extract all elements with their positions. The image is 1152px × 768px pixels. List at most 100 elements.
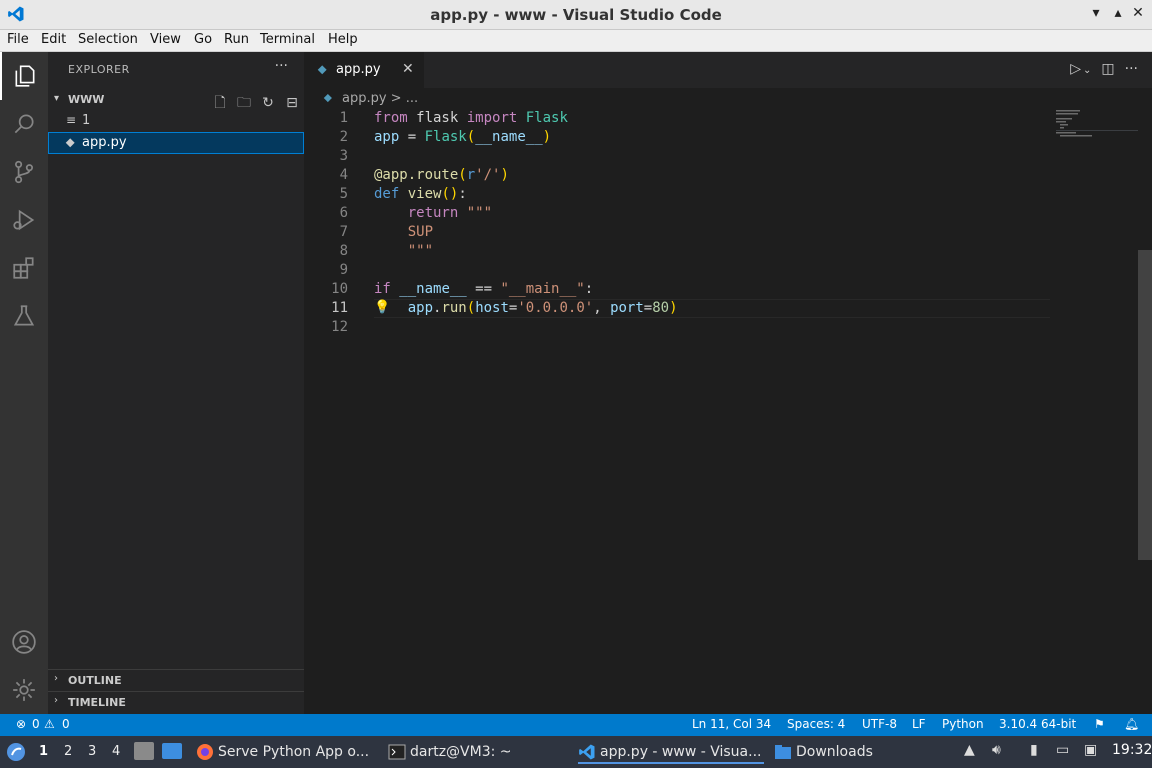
explorer-icon[interactable] <box>0 52 48 100</box>
python-interpreter[interactable]: 3.10.4 64-bit <box>999 717 1076 731</box>
file-manager-icon[interactable] <box>134 742 154 760</box>
os-taskbar: 1 2 3 4 Serve Python App o... dartz@VM3:… <box>0 736 1152 768</box>
minimize-button[interactable]: ▾ <box>1086 5 1106 21</box>
line-number: 12 <box>331 319 348 335</box>
notifications-icon[interactable]: 🔔︎ <box>1124 717 1139 731</box>
menu-view[interactable]: View <box>150 32 181 47</box>
breadcrumb: ⬥ app.py > ... <box>304 88 1152 110</box>
window-title: app.py - www - Visual Studio Code <box>430 6 722 24</box>
feedback-icon[interactable]: ⚑ <box>1094 717 1105 731</box>
code-editor[interactable]: 1 2 3 4 5 6 7 8 9 10 11 12 from flask im… <box>304 110 1152 714</box>
account-icon[interactable] <box>0 618 48 666</box>
chevron-right-icon: › <box>54 673 58 684</box>
more-actions-icon[interactable]: ··· <box>1125 61 1138 77</box>
lightbulb-icon[interactable]: 💡 <box>374 300 390 315</box>
explorer-more-button[interactable]: ··· <box>275 58 288 74</box>
run-file-icon[interactable]: ▷ <box>1070 61 1081 77</box>
code-line: SUP <box>407 224 434 240</box>
minimap[interactable] <box>1056 110 1138 140</box>
menu-terminal[interactable]: Terminal <box>260 32 315 47</box>
split-editor-icon[interactable]: ◫ <box>1101 61 1114 77</box>
menu-run[interactable]: Run <box>224 32 249 47</box>
code-line: """ <box>407 243 434 259</box>
line-number: 9 <box>339 262 348 278</box>
cursor-position[interactable]: Ln 11, Col 34 <box>692 717 771 731</box>
task-firefox[interactable]: Serve Python App o... <box>196 740 376 764</box>
firefox-icon <box>197 744 213 760</box>
warning-icon[interactable]: ⚠ <box>44 717 55 731</box>
run-debug-icon[interactable] <box>0 196 48 244</box>
workspace-3[interactable]: 3 <box>88 744 96 759</box>
collapse-all-icon[interactable]: ⊟ <box>280 95 304 111</box>
notification-tray-icon[interactable]: ▣ <box>1084 742 1097 758</box>
volume-icon[interactable]: 🔊︎ <box>992 742 1001 758</box>
text-file-icon: ≡ <box>66 113 77 127</box>
clipboard-icon[interactable]: ▮ <box>1030 742 1038 758</box>
tray-updates-icon[interactable]: ▲ <box>964 742 975 758</box>
line-number: 1 <box>339 110 348 126</box>
code-line: app = Flask(__name__) <box>374 129 552 145</box>
indentation[interactable]: Spaces: 4 <box>787 717 845 731</box>
task-vscode[interactable]: app.py - www - Visua... <box>578 740 764 764</box>
explorer-title: EXPLORER <box>68 63 130 76</box>
error-count[interactable]: 0 <box>32 717 40 731</box>
error-icon[interactable]: ⊗ <box>16 717 26 731</box>
timeline-section[interactable]: › TIMELINE <box>48 691 304 714</box>
end-of-line[interactable]: LF <box>912 717 926 731</box>
display-icon[interactable]: ▭ <box>1056 742 1069 758</box>
show-desktop-icon[interactable] <box>162 743 182 759</box>
workspace-2[interactable]: 2 <box>64 744 72 759</box>
terminal-icon <box>388 744 406 760</box>
maximize-button[interactable]: ▴ <box>1108 5 1128 21</box>
chevron-down-icon[interactable]: ⌄ <box>1083 65 1091 76</box>
title-bar: app.py - www - Visual Studio Code ▾ ▴ ✕ <box>0 0 1152 30</box>
close-window-button[interactable]: ✕ <box>1128 5 1148 21</box>
encoding[interactable]: UTF-8 <box>862 717 897 731</box>
editor-tabs: ⬥ app.py ✕ ▷ ⌄ ◫ ··· <box>304 52 1152 88</box>
menu-file[interactable]: File <box>7 32 29 47</box>
task-label: dartz@VM3: ~ <box>410 744 512 760</box>
source-control-icon[interactable] <box>0 148 48 196</box>
warning-count[interactable]: 0 <box>62 717 70 731</box>
file-item-app-py[interactable]: ⬥ app.py <box>48 132 304 154</box>
workspace-4[interactable]: 4 <box>112 744 120 759</box>
testing-icon[interactable] <box>0 292 48 340</box>
search-icon[interactable] <box>0 100 48 148</box>
settings-icon[interactable] <box>0 666 48 714</box>
menu-help[interactable]: Help <box>328 32 358 47</box>
task-label: Serve Python App o... <box>218 744 370 760</box>
activity-bar <box>0 52 48 714</box>
tab-app-py[interactable]: ⬥ app.py ✕ <box>304 52 424 88</box>
close-tab-icon[interactable]: ✕ <box>402 61 414 77</box>
task-label: app.py - www - Visua... <box>600 744 762 760</box>
line-number: 6 <box>339 205 348 221</box>
breadcrumb-path[interactable]: app.py > ... <box>342 91 418 106</box>
line-number: 10 <box>331 281 348 297</box>
python-file-icon: ⬥ <box>66 135 75 149</box>
tab-label: app.py <box>336 62 381 77</box>
line-number: 3 <box>339 148 348 164</box>
file-label: app.py <box>82 135 127 150</box>
start-menu-icon[interactable] <box>6 742 26 762</box>
menu-selection[interactable]: Selection <box>78 32 138 47</box>
language-mode[interactable]: Python <box>942 717 984 731</box>
menu-bar: File Edit Selection View Go Run Terminal… <box>0 30 1152 52</box>
refresh-icon[interactable]: ↻ <box>256 95 280 111</box>
task-terminal[interactable]: dartz@VM3: ~ <box>388 740 568 764</box>
file-item-1[interactable]: ≡ 1 <box>48 110 304 132</box>
task-downloads[interactable]: Downloads <box>774 740 894 764</box>
timeline-title: TIMELINE <box>68 696 126 709</box>
menu-edit[interactable]: Edit <box>41 32 66 47</box>
code-line: return """ <box>407 205 493 221</box>
clock: 19:32 <box>1112 742 1152 758</box>
line-number: 7 <box>339 224 348 240</box>
vertical-scrollbar[interactable] <box>1138 250 1152 560</box>
extensions-icon[interactable] <box>0 244 48 292</box>
editor-actions: ▷ ⌄ ◫ ··· <box>1060 61 1138 77</box>
vscode-icon <box>579 744 595 760</box>
outline-section[interactable]: › OUTLINE <box>48 669 304 692</box>
folder-header-www[interactable]: ▾ WWW 🗋 🗀 ↻ ⊟ <box>48 90 304 112</box>
workspace-1[interactable]: 1 <box>39 744 48 759</box>
python-file-icon: ⬥ <box>318 62 327 76</box>
menu-go[interactable]: Go <box>194 32 212 47</box>
